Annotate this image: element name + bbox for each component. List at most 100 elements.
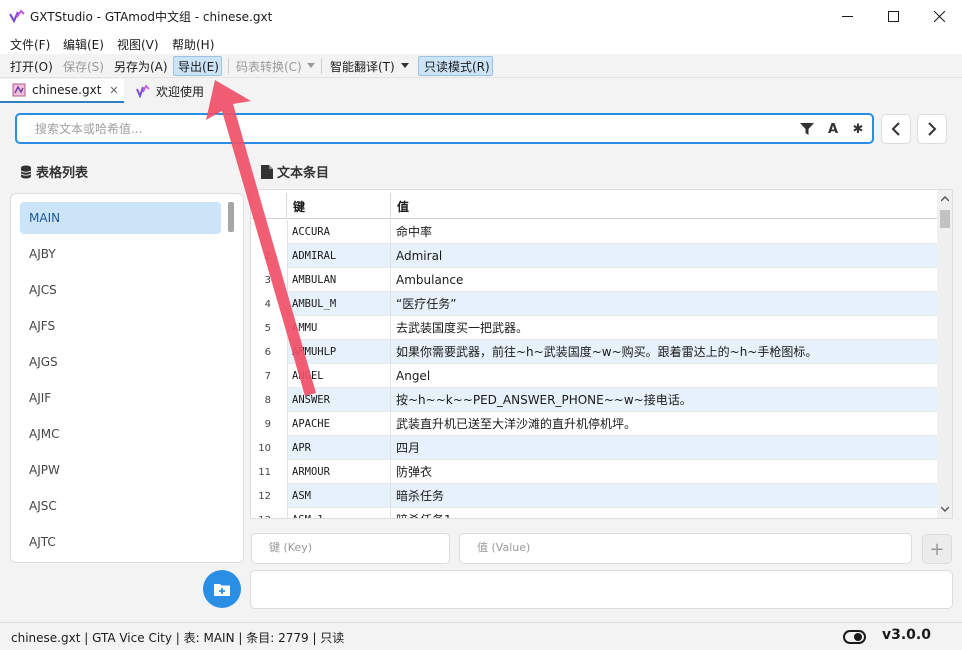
table-list-item[interactable]: AJGS [20,346,221,378]
close-icon[interactable]: ✕ [109,84,118,97]
scrollbar-thumb[interactable] [940,210,950,228]
key-input[interactable] [269,541,429,554]
entries-header: 文本条目 [261,162,329,181]
table-list-item[interactable]: AJMC [20,418,221,450]
table-row[interactable]: 13ASM_1暗杀任务1 [251,508,937,519]
open-button[interactable]: 打开(O) [10,58,53,75]
cell-key[interactable]: ANGEL [287,364,390,388]
cell-key[interactable]: APR [287,436,390,460]
cell-value[interactable]: Angel [390,364,937,388]
translate-button[interactable]: 智能翻译(T) [330,58,395,75]
add-entry-button[interactable]: + [922,534,952,564]
menu-edit[interactable]: 编辑(E) [63,36,104,53]
scroll-down-icon[interactable] [941,506,949,512]
table-list-item[interactable]: AJPW [20,454,221,486]
next-match-button[interactable] [917,114,947,144]
cell-key[interactable]: ADMIRAL [287,244,390,268]
regex-icon[interactable]: ✱ [850,121,866,137]
status-bar: chinese.gxt | GTA Vice City | 表: MAIN | … [0,622,962,650]
menu-help[interactable]: 帮助(H) [172,36,214,53]
cell-key[interactable]: AMBULAN [287,268,390,292]
cell-key[interactable]: AMMUHLP [287,340,390,364]
table-row[interactable]: 10 APR 四月 [251,436,937,460]
toolbar: 打开(O) 保存(S) 另存为(A) 导出(E) 码表转换(C) 智能翻译(T)… [0,54,962,78]
filter-icon[interactable] [799,121,815,137]
search-input[interactable] [35,120,775,138]
save-as-button[interactable]: 另存为(A) [114,58,168,75]
translate-dropdown-icon[interactable] [401,63,409,68]
match-case-icon[interactable]: A [825,121,841,137]
search-box: A ✱ [15,113,874,144]
table-row[interactable]: 8 ANSWER 按~h~~k~~PED_ANSWER_PHONE~~w~接电话。 [251,388,937,412]
row-number: 13 [251,508,287,519]
table-row[interactable]: 3 AMBULAN Ambulance [251,268,937,292]
close-icon [933,10,945,22]
readonly-toggle[interactable]: 只读模式(R) [424,58,490,75]
cell-key[interactable]: AMBUL_M [287,292,390,316]
table-row[interactable]: 11 ARMOUR 防弹衣 [251,460,937,484]
cell-key[interactable]: ANSWER [287,388,390,412]
table-row[interactable]: 5 AMMU 去武装国度买一把武器。 [251,316,937,340]
table-list-item[interactable]: AJCS [20,274,221,306]
cell-value[interactable]: 暗杀任务1 [390,508,937,518]
row-number: 7 [264,370,271,382]
table-row[interactable]: 12 ASM 暗杀任务 [251,484,937,508]
tab-chinese-gxt[interactable]: chinese.gxt ✕ [0,79,124,103]
menu-file[interactable]: 文件(F) [10,36,50,53]
cell-key[interactable]: ASM_1 [287,508,390,518]
column-header-value[interactable]: 值 [390,193,937,219]
cell-value[interactable]: 防弹衣 [390,460,937,484]
table-row[interactable]: 4 AMBUL_M “医疗任务” [251,292,937,316]
value-input[interactable] [477,541,637,554]
close-button[interactable] [916,0,962,32]
row-number: 11 [258,466,271,478]
cell-key[interactable]: AMMU [287,316,390,340]
column-header-key[interactable]: 键 [286,193,390,219]
cell-value[interactable]: 去武装国度买一把武器。 [390,316,937,340]
cell-value[interactable]: 按~h~~k~~PED_ANSWER_PHONE~~w~接电话。 [390,388,937,412]
convert-dropdown-icon[interactable] [307,63,315,68]
cell-value[interactable]: 命中率 [390,220,937,244]
table-row[interactable]: 7 ANGEL Angel [251,364,937,388]
table-row[interactable]: ACCURA 命中率 [251,220,937,244]
table-row[interactable]: 9 APACHE 武装直升机已送至大洋沙滩的直升机停机坪。 [251,412,937,436]
table-scrollbar[interactable] [937,190,952,518]
entry-detail-box[interactable] [250,570,953,609]
table-list-item[interactable]: AJIF [20,382,221,414]
add-table-button[interactable] [203,570,241,608]
entries-table: 键 值 ACCURA 命中率 2 ADMIRAL Admiral 3 AMBULAN Ambu… [250,189,953,519]
save-button[interactable]: 保存(S) [63,58,104,75]
table-row[interactable]: 6 AMMUHLP 如果你需要武器，前往~h~武装国度~w~购买。跟着雷达上的~h~… [251,340,937,364]
cell-key[interactable]: APACHE [287,412,390,436]
cell-value[interactable]: Ambulance [390,268,937,292]
table-list-item-main[interactable]: MAIN [20,202,221,234]
document-icon [261,164,273,179]
previous-match-button[interactable] [881,114,911,144]
theme-toggle-icon[interactable] [843,630,866,644]
minimize-button[interactable] [824,0,870,32]
menu-view[interactable]: 视图(V) [117,36,159,53]
cell-value[interactable]: 如果你需要武器，前往~h~武装国度~w~购买。跟着雷达上的~h~手枪图标。 [390,340,937,364]
table-list-item[interactable]: AJFS [20,310,221,342]
row-number: 8 [264,394,271,406]
cell-key[interactable]: ACCURA [287,220,390,244]
tab-welcome[interactable]: 欢迎使用 [124,79,224,103]
cell-value[interactable]: 暗杀任务 [390,484,937,508]
cell-value[interactable]: 四月 [390,436,937,460]
cell-value[interactable]: Admiral [390,244,937,268]
cell-key[interactable]: ASM [287,484,390,508]
table-list-item[interactable]: AJTC [20,526,221,558]
table-list-item[interactable]: AJBY [20,238,221,270]
table-row[interactable]: 2 ADMIRAL Admiral [251,244,937,268]
convert-button[interactable]: 码表转换(C) [236,58,302,75]
maximize-button[interactable] [870,0,916,32]
cell-value[interactable]: 武装直升机已送至大洋沙滩的直升机停机坪。 [390,412,937,436]
maximize-icon [887,10,899,22]
export-button[interactable]: 导出(E) [178,58,219,75]
cell-value[interactable]: “医疗任务” [390,292,937,316]
scroll-up-icon[interactable] [941,196,949,202]
table-list-item[interactable]: AJSC [20,490,221,522]
list-scrollbar-thumb[interactable] [228,202,234,232]
row-number: 6 [264,346,271,358]
cell-key[interactable]: ARMOUR [287,460,390,484]
